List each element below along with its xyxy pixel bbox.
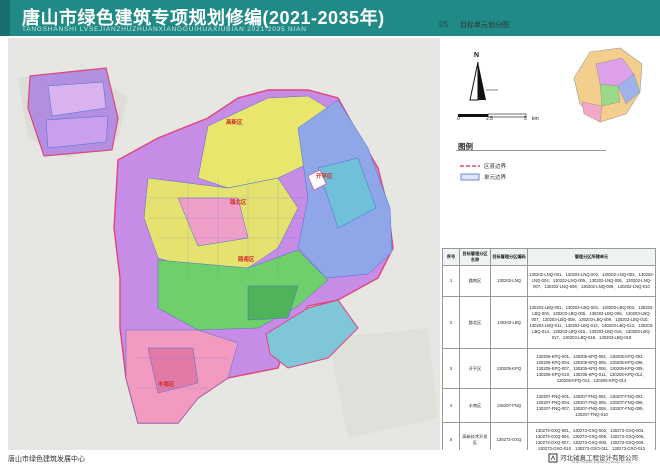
footer-org: 唐山市绿色建筑发展中心 xyxy=(8,456,85,463)
west-satellite-units[interactable] xyxy=(27,67,119,157)
planning-map[interactable] xyxy=(8,38,440,450)
col-header-code: 目标管理分区编码 xyxy=(490,248,528,266)
district-label-fengnan: 丰南区 xyxy=(158,382,175,388)
cell-name: 路南区 xyxy=(459,265,491,297)
header-bar: 唐山市绿色建筑专项规划修编(2021-2035年) TANGSHANSHI LV… xyxy=(0,0,660,36)
cell-code: 130203-LBQ xyxy=(490,296,528,349)
cell-no: 3 xyxy=(442,348,460,389)
locator-map xyxy=(573,47,643,123)
table-row: 2 路北区 130203-LBQ 130203-LBQ-001、130203-L… xyxy=(442,296,656,349)
table-row: 4 丰南区 130207-FNQ 130207-FNQ-001、130207-F… xyxy=(442,388,656,423)
header-accent xyxy=(0,0,10,36)
north-arrow-icon xyxy=(469,61,498,101)
cell-units: 130203-LBQ-001、130203-LBQ-002、130203-LBQ… xyxy=(527,296,656,349)
scale-tick-0: 0 xyxy=(457,116,460,122)
cell-units: 130205-KPQ-001、130205-KPQ-002、130205-KPQ… xyxy=(527,348,656,389)
cell-name: 路北区 xyxy=(459,296,491,349)
page-subtitle: TANGSHANSHI LVSEJIANZHUZHUANXIANGGUIHUAX… xyxy=(22,26,307,33)
sheet-title: 目标单元划分图 xyxy=(460,22,509,29)
scale-tick-2-5: 2.5 xyxy=(486,116,493,122)
footer: 唐山市绿色建筑发展中心 河北钺真工程设计有限公司 Hebei Yingzhen … xyxy=(0,450,660,466)
table-row: 1 路南区 130202-LNQ 130202-LNQ-001、130202-L… xyxy=(442,265,656,297)
district-border-swatch xyxy=(460,165,480,167)
legend-divider xyxy=(456,150,606,151)
col-header-units: 管理分区所辖单元 xyxy=(527,248,656,266)
legend-unit-border: 单元边界 xyxy=(484,175,507,181)
cell-units: 130207-FNQ-001、130207-FNQ-002、130207-FNQ… xyxy=(527,388,656,423)
unit-table: 序号 目标管理分区名称 目标管理分区编码 管理分区所辖单元 1 路南区 1302… xyxy=(442,248,656,457)
cell-no: 1 xyxy=(442,265,460,297)
district-label-kaiping: 开平区 xyxy=(316,174,333,180)
table-row: 3 开平区 130205-KPQ 130205-KPQ-001、130205-K… xyxy=(442,348,656,389)
unit-border-swatch xyxy=(460,173,480,181)
cell-code: 130202-LNQ xyxy=(490,265,528,297)
col-header-no: 序号 xyxy=(442,248,460,266)
cell-no: 2 xyxy=(442,296,460,349)
cell-code: 130207-FNQ xyxy=(490,388,528,423)
legend-district-border: 区县边界 xyxy=(484,164,507,170)
footer-company-en: Hebei Yingzhen Engineering Design Co.,Lt… xyxy=(572,460,631,464)
north-label: N xyxy=(474,52,480,59)
sheet-number: 05 xyxy=(439,20,448,29)
cell-code: 130205-KPQ xyxy=(490,348,528,389)
district-label-lubei: 路北区 xyxy=(230,200,247,206)
col-header-name: 目标管理分区名称 xyxy=(459,248,491,266)
district-label-lunan: 路南区 xyxy=(238,257,255,263)
cell-no: 4 xyxy=(442,388,460,423)
cell-name: 开平区 xyxy=(459,348,491,389)
scale-tick-5: 5 xyxy=(524,116,527,122)
cell-name: 丰南区 xyxy=(459,388,491,423)
sheet-divider xyxy=(452,18,453,34)
district-label-gaoxin: 高新区 xyxy=(226,120,243,126)
company-logo-icon xyxy=(548,453,558,463)
cell-units: 130202-LNQ-001、130202-LNQ-002、130202-LNQ… xyxy=(527,265,656,297)
scale-unit: km xyxy=(532,116,539,122)
